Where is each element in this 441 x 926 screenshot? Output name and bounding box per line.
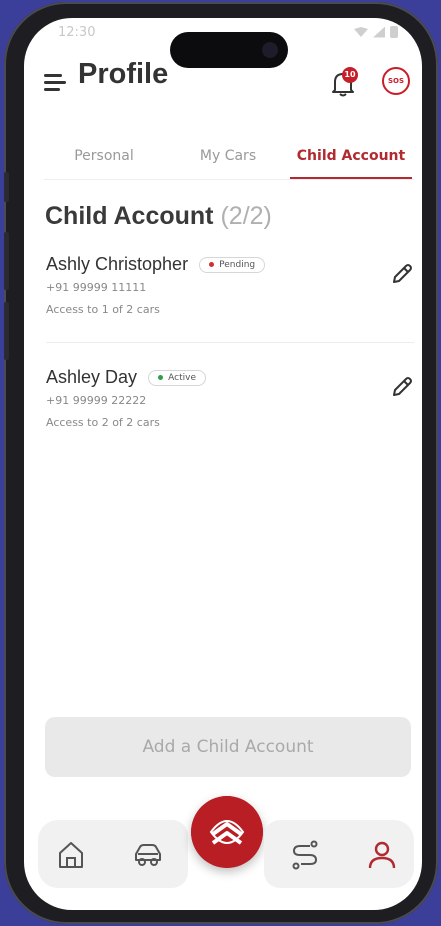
profile-icon[interactable] <box>365 838 399 872</box>
section-title: Child Account (2/2) <box>45 202 272 231</box>
child-account-item[interactable]: Ashley Day Active +91 99999 22222 Access… <box>46 367 416 429</box>
pencil-icon[interactable] <box>390 375 414 399</box>
status-time: 12:30 <box>58 25 96 40</box>
app-screen: 12:30 Profile 10 SOS Personal My Cars Ch… <box>24 18 422 910</box>
signal-icon <box>373 26 385 38</box>
pencil-icon[interactable] <box>390 262 414 286</box>
camera-icon <box>262 42 278 58</box>
phone-side-button <box>4 172 9 202</box>
car-icon[interactable] <box>131 838 165 872</box>
sos-button[interactable]: SOS <box>382 67 410 95</box>
home-icon[interactable] <box>54 838 88 872</box>
account-count: (2/2) <box>220 202 272 230</box>
wifi-icon <box>354 27 368 37</box>
account-phone: +91 99999 22222 <box>46 394 147 407</box>
status-dot <box>158 375 164 380</box>
route-icon[interactable] <box>288 838 322 872</box>
nav-right-group <box>264 820 414 888</box>
account-name: Ashley Day <box>46 367 138 387</box>
dynamic-island <box>170 32 288 68</box>
status-label: Pending <box>219 259 256 270</box>
tab-personal[interactable]: Personal <box>44 148 164 180</box>
profile-tabs: Personal My Cars Child Account <box>44 148 414 180</box>
tab-my-cars[interactable]: My Cars <box>168 148 288 180</box>
status-dot <box>209 262 215 267</box>
section-title-text: Child Account <box>45 202 214 230</box>
tab-divider <box>44 179 414 180</box>
nav-left-group <box>38 820 188 888</box>
account-access: Access to 2 of 2 cars <box>46 416 160 429</box>
child-account-item[interactable]: Ashly Christopher Pending +91 99999 1111… <box>46 254 416 316</box>
account-access: Access to 1 of 2 cars <box>46 303 160 316</box>
status-icons <box>354 26 398 38</box>
battery-icon <box>390 26 398 38</box>
status-badge: Pending <box>199 256 266 273</box>
add-child-account-button[interactable]: Add a Child Account <box>45 717 411 777</box>
brand-logo-icon[interactable] <box>191 796 263 868</box>
notification-badge: 10 <box>342 67 358 83</box>
bottom-navigation <box>38 796 414 890</box>
status-label: Active <box>168 372 196 383</box>
tab-child-account[interactable]: Child Account <box>290 148 412 180</box>
page-title: Profile <box>78 58 169 90</box>
phone-side-button <box>4 232 9 290</box>
phone-frame: 12:30 Profile 10 SOS Personal My Cars Ch… <box>4 2 438 924</box>
account-divider <box>46 342 414 343</box>
account-phone: +91 99999 11111 <box>46 281 147 294</box>
phone-side-button <box>4 302 9 360</box>
account-name: Ashly Christopher <box>46 254 189 274</box>
menu-icon[interactable] <box>44 74 68 92</box>
status-badge: Active <box>148 369 206 386</box>
